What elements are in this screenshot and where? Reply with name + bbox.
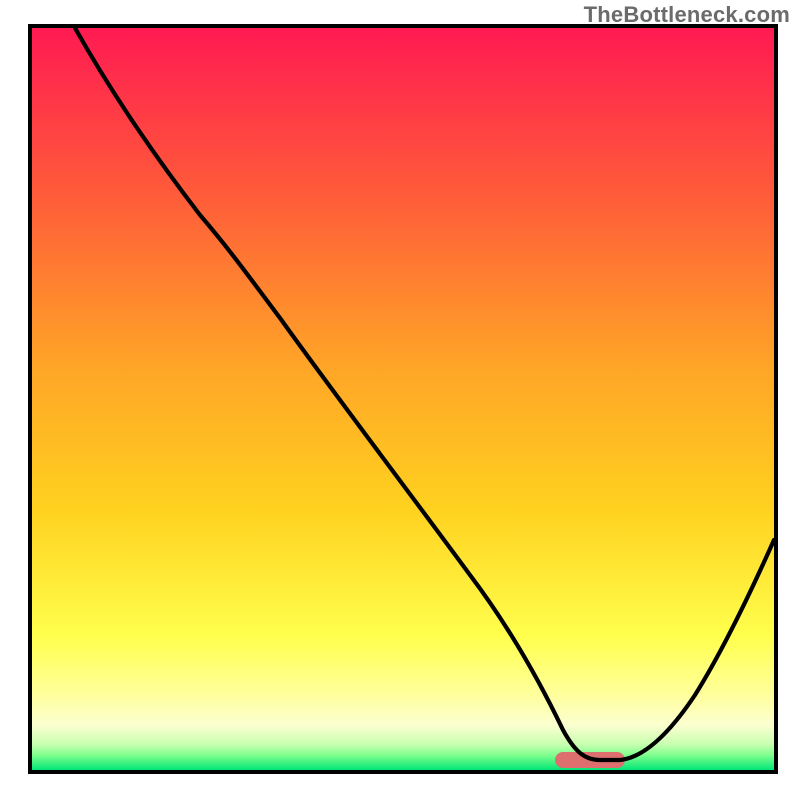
bottleneck-chart-svg xyxy=(0,0,800,800)
chart-frame: TheBottleneck.com xyxy=(0,0,800,800)
watermark-text: TheBottleneck.com xyxy=(584,2,790,28)
